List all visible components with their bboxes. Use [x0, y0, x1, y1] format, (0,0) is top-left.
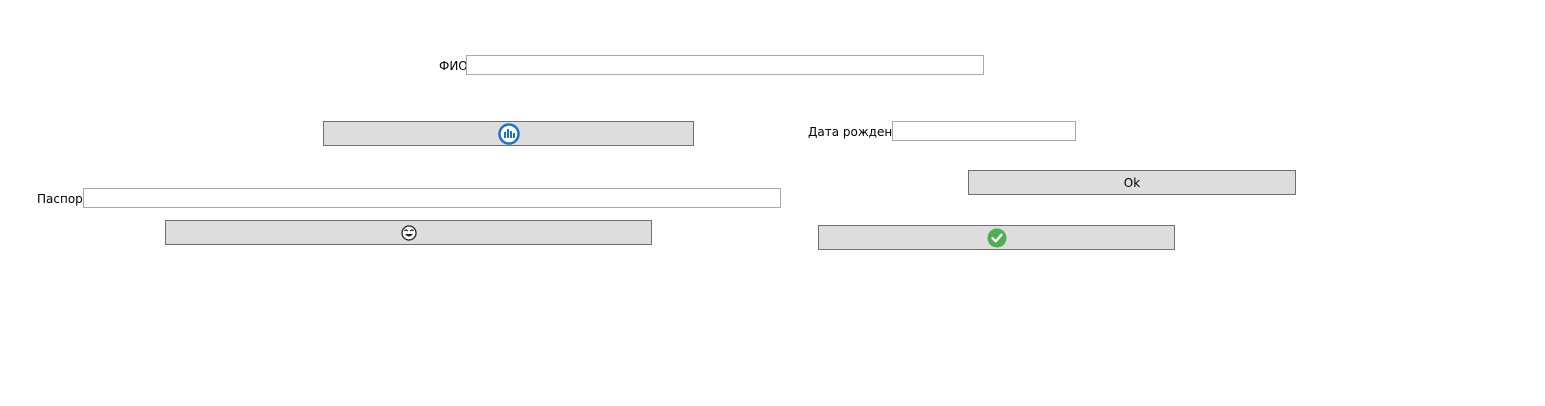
- emoji-face-icon: [400, 224, 417, 241]
- form-window: ФИО Дата рождения Ok Паспорт: [0, 0, 1545, 406]
- passport-input[interactable]: [83, 188, 781, 208]
- green-checkmark-icon: [987, 228, 1007, 248]
- fio-input[interactable]: [466, 55, 984, 75]
- confirm-button[interactable]: [818, 225, 1175, 250]
- chart-button[interactable]: [323, 121, 694, 146]
- passport-action-button[interactable]: [165, 220, 652, 245]
- birthdate-input[interactable]: [892, 121, 1076, 141]
- passport-label: Паспорт: [37, 192, 90, 206]
- ok-button[interactable]: Ok: [968, 170, 1296, 195]
- fio-label: ФИО: [439, 59, 468, 73]
- bar-chart-circle-icon: [497, 122, 520, 145]
